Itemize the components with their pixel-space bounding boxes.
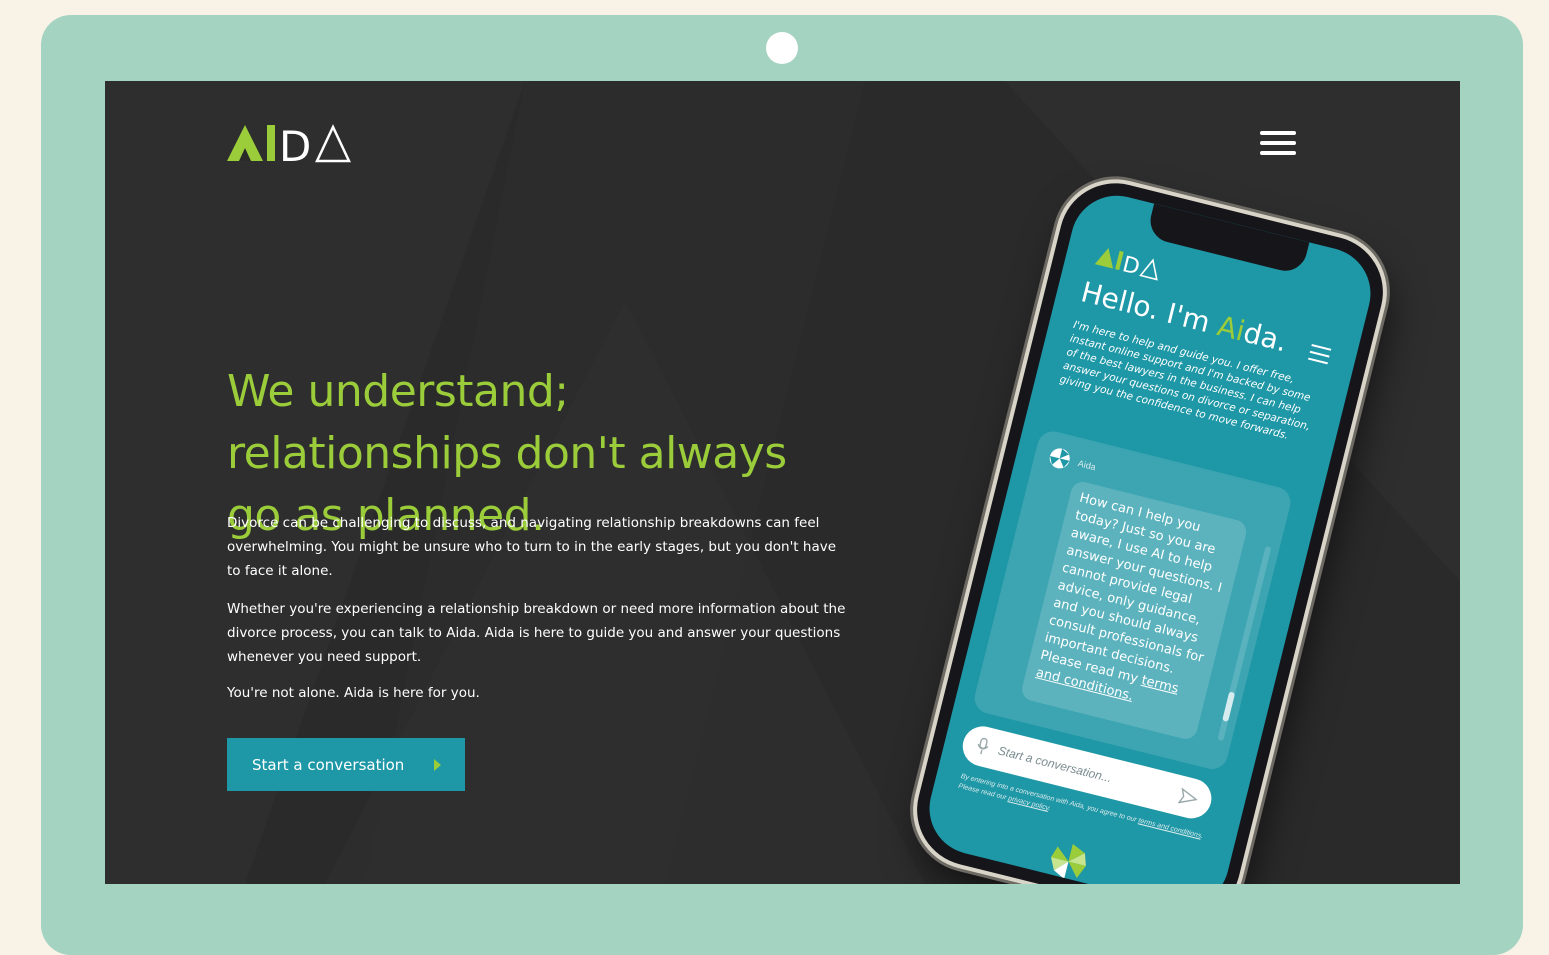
camera-dot [766,32,798,64]
phone-menu-icon[interactable] [1307,344,1332,369]
aida-logo[interactable]: D [225,121,355,163]
phone-chat-panel: Aida How can I help you today? Just so y… [971,428,1294,773]
phone-body: D Hello. I'm Aida. I'm here to help and … [905,171,1395,884]
cta-label: Start a conversation [252,755,405,774]
chat-bubble: How can I help you today? Just so you ar… [1019,479,1249,742]
microphone-icon[interactable] [975,736,991,756]
send-icon[interactable] [1177,787,1199,808]
logo-letter-d: D [279,122,311,163]
phone-logo-letter-d: D [1120,252,1142,280]
phone-notch [1145,203,1310,276]
hero-paragraph-2: Whether you're experiencing a relationsh… [227,601,846,665]
hero-paragraph-3: You're not alone. Aida is here for you. [227,685,480,701]
hero-paragraph-1: Divorce can be challenging to discuss, a… [227,515,837,579]
phone-mockup: D Hello. I'm Aida. I'm here to help and … [905,171,1395,884]
phone-aida-logo: D [1094,248,1158,281]
chat-sender-name: Aida [1076,458,1097,473]
device-frame: D We understand; relationships don't alw… [41,15,1523,955]
phone-screen: D Hello. I'm Aida. I'm here to help and … [919,186,1381,884]
aida-avatar-icon [1049,448,1070,469]
disclaimer-terms-link[interactable]: terms and conditions [1138,817,1202,839]
start-conversation-button[interactable]: Start a conversation [227,738,465,791]
website-screen: D We understand; relationships don't alw… [105,81,1460,884]
arrow-right-icon [434,758,441,771]
aida-star-logo-icon [1050,844,1086,879]
hamburger-icon[interactable] [1260,131,1296,155]
